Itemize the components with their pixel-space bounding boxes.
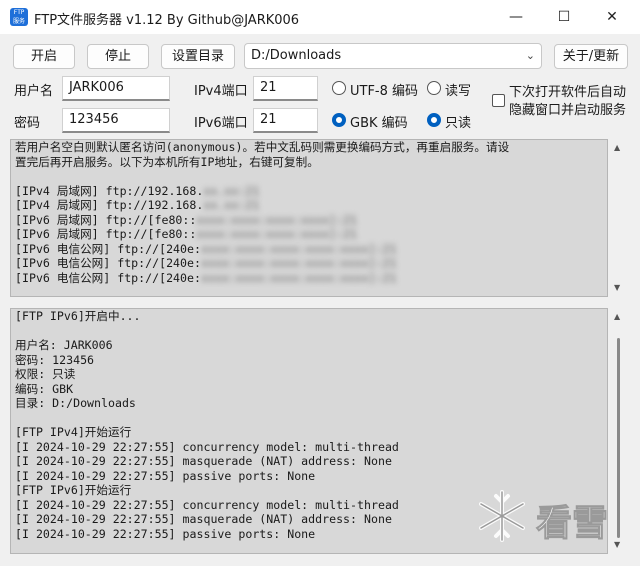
gbk-radio[interactable]	[332, 113, 346, 127]
close-button[interactable]: ✕	[592, 5, 632, 29]
hidden-address: xxxx:xxxx:xxxx:xxxx]:21	[196, 212, 357, 227]
address-line[interactable]: [IPv6 电信公网] ftp://[240e:xxxx:xxxx:xxxx:x…	[15, 271, 396, 285]
window-title: FTP文件服务器 v1.12 By Github@JARK006	[34, 13, 300, 28]
hidden-address: xxxx:xxxx:xxxx:xxxx:xxxx]:21	[200, 241, 397, 256]
ipv6-port-input[interactable]: 21	[253, 108, 318, 133]
autostart-label-line1: 下次打开软件后自动	[509, 85, 627, 100]
hidden-address: xxxx:xxxx:xxxx:xxxx]:21	[196, 227, 357, 241]
autostart-label-line2: 隐藏窗口并启动服务	[509, 103, 627, 118]
log-line: 目录: D:/Downloads	[15, 396, 136, 410]
hidden-address: xxxx:xxxx:xxxx:xxxx:xxxx]:21	[200, 256, 397, 270]
gbk-label: GBK 编码	[350, 116, 408, 131]
set-directory-button[interactable]: 设置目录	[161, 44, 235, 69]
scroll-down-icon[interactable]: ▼	[614, 283, 620, 292]
read-only-label: 只读	[445, 116, 472, 131]
autostart-label: 下次打开软件后自动 隐藏窗口并启动服务	[509, 84, 626, 120]
password-input[interactable]: 123456	[62, 108, 170, 133]
chevron-down-icon: ⌄	[525, 49, 535, 62]
log-line: [I 2024-10-29 22:27:55] concurrency mode…	[15, 497, 399, 512]
address-line[interactable]: [IPv4 局域网] ftp://192.168.xx.xx:21	[15, 184, 259, 198]
scroll-up-icon[interactable]: ▲	[614, 312, 620, 321]
read-write-label: 读写	[445, 84, 472, 99]
ip-info-panel[interactable]: 若用户名空白则默认匿名访问(anonymous)。若中文乱码则需更换编码方式，再…	[10, 139, 608, 297]
minimize-button[interactable]: —	[496, 5, 536, 29]
address-line[interactable]: [IPv4 局域网] ftp://192.168.xx.xx:21	[15, 198, 259, 212]
log-line: 密码: 123456	[15, 352, 95, 367]
address-line[interactable]: [IPv6 局域网] ftp://[fe80::xxxx:xxxx:xxxx:x…	[15, 213, 357, 227]
directory-select[interactable]: D:/Downloads ⌄	[244, 43, 542, 69]
title-bar: FTP 服务 FTP文件服务器 v1.12 By Github@JARK006 …	[0, 0, 640, 34]
log-line: [FTP IPv6]开启中...	[15, 309, 141, 323]
about-update-button[interactable]: 关于/更新	[554, 44, 628, 69]
address-line[interactable]: [IPv6 电信公网] ftp://[240e:xxxx:xxxx:xxxx:x…	[15, 242, 396, 256]
log-line: [I 2024-10-29 22:27:55] passive ports: N…	[15, 526, 316, 541]
info-scrollbar[interactable]: ▲ ▼	[609, 139, 627, 297]
username-label: 用户名	[14, 84, 54, 99]
utf8-label: UTF-8 编码	[350, 84, 419, 99]
watermark: 看雪	[472, 486, 622, 546]
scroll-up-icon[interactable]: ▲	[614, 143, 620, 152]
hidden-address: xxxx:xxxx:xxxx:xxxx:xxxx]:21	[200, 270, 397, 285]
address-line[interactable]: [IPv6 电信公网] ftp://[240e:xxxx:xxxx:xxxx:x…	[15, 256, 396, 270]
ipv4-port-label: IPv4端口	[194, 84, 248, 99]
ipv6-port-label: IPv6端口	[194, 116, 248, 131]
log-line: [I 2024-10-29 22:27:55] masquerade (NAT)…	[15, 454, 392, 468]
snowflake-icon	[479, 490, 525, 542]
hidden-address: xx.xx:21	[203, 183, 260, 198]
utf8-radio[interactable]	[332, 81, 346, 95]
directory-value: D:/Downloads	[251, 48, 342, 63]
log-line: 权限: 只读	[15, 367, 76, 381]
info-line: 置完后再开启服务。以下为本机所有IP地址，右键可复制。	[15, 154, 319, 169]
log-line: [FTP IPv4]开始运行	[15, 425, 132, 439]
log-line: 用户名: JARK006	[15, 338, 113, 352]
app-icon: FTP 服务	[10, 8, 28, 26]
read-only-radio[interactable]	[427, 113, 441, 127]
ipv4-port-input[interactable]: 21	[253, 76, 318, 101]
log-line: [I 2024-10-29 22:27:55] masquerade (NAT)…	[15, 512, 392, 526]
hidden-address: xx.xx:21	[203, 198, 260, 212]
info-line: 若用户名空白则默认匿名访问(anonymous)。若中文乱码则需更换编码方式，再…	[15, 140, 510, 154]
app-icon-text-1: FTP	[13, 9, 25, 16]
maximize-button[interactable]: ☐	[544, 5, 584, 29]
watermark-text: 看雪	[535, 503, 609, 545]
read-write-radio[interactable]	[427, 81, 441, 95]
log-line: 编码: GBK	[15, 381, 74, 396]
log-line: [I 2024-10-29 22:27:55] concurrency mode…	[15, 439, 399, 454]
app-icon-text-2: 服务	[12, 18, 25, 25]
info-text: 若用户名空白则默认匿名访问(anonymous)。若中文乱码则需更换编码方式，再…	[11, 140, 607, 285]
autostart-checkbox[interactable]	[492, 94, 505, 107]
username-input[interactable]: JARK006	[62, 76, 170, 101]
log-line: [I 2024-10-29 22:27:55] passive ports: N…	[15, 468, 316, 483]
address-line[interactable]: [IPv6 局域网] ftp://[fe80::xxxx:xxxx:xxxx:x…	[15, 227, 357, 241]
log-line: [FTP IPv6]开始运行	[15, 483, 132, 497]
password-label: 密码	[14, 116, 41, 131]
stop-button[interactable]: 停止	[87, 44, 149, 69]
start-button[interactable]: 开启	[13, 44, 75, 69]
